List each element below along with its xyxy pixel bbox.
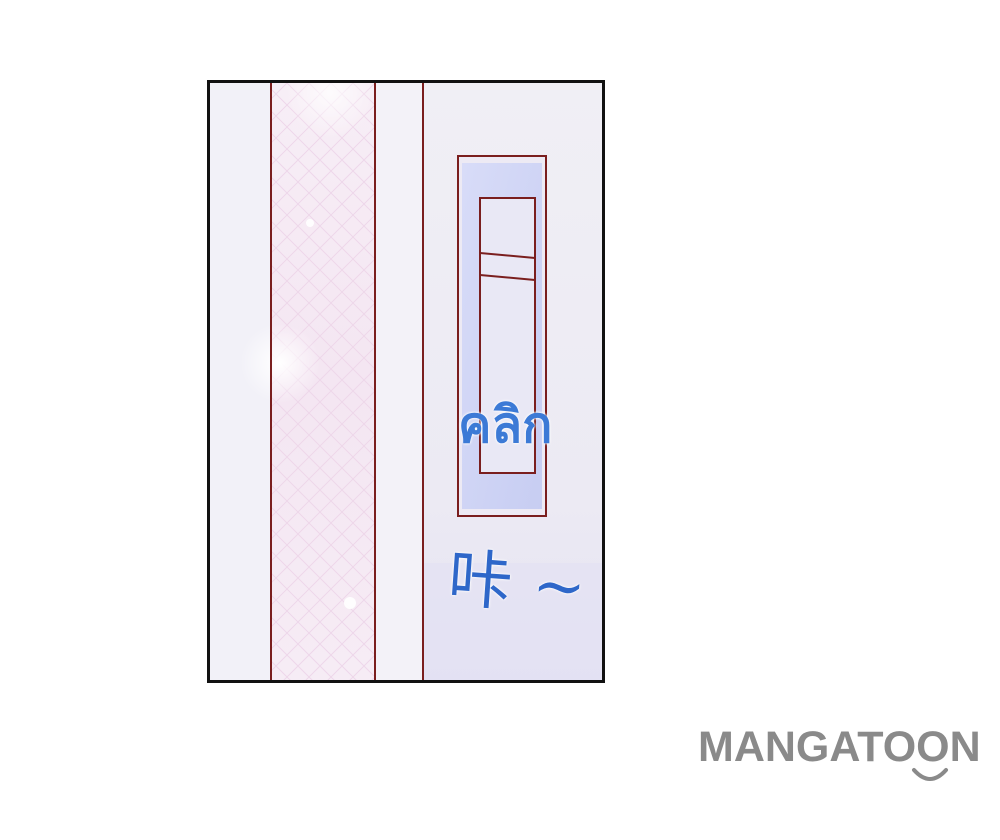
mangatoon-watermark: MANGATOON (698, 726, 1000, 796)
sound-effect-thai: คลิก (458, 396, 553, 454)
glow-spot (240, 323, 320, 403)
watermark-brand: MANGATOON (698, 723, 981, 771)
manga-page: คลิก 咔 ~ MANGATOON (0, 0, 1000, 840)
door-frame-strip (375, 83, 423, 680)
sparkle-dot (306, 219, 314, 227)
smile-icon (912, 768, 948, 781)
sparkle-dot (344, 597, 356, 609)
sound-effect-chinese: 咔 ~ (445, 542, 589, 626)
